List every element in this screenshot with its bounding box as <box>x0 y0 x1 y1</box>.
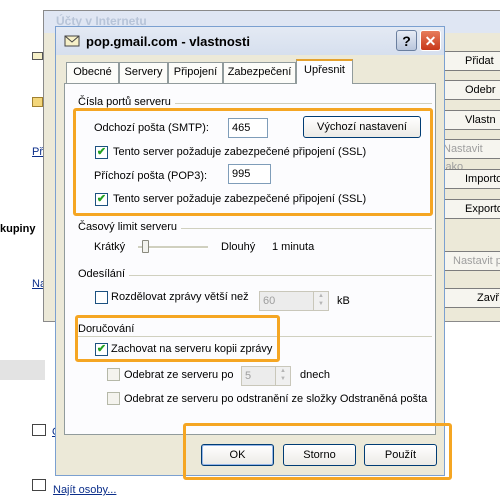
set-order-button[interactable]: Nastavit p <box>442 251 500 271</box>
sending-group-title: Odesílání <box>78 268 130 280</box>
remove-after-input[interactable]: 5 ▲ ▼ <box>241 366 291 386</box>
tab-general[interactable]: Obecné <box>66 62 119 83</box>
ports-highlight <box>73 108 433 216</box>
remove-after-spinner[interactable]: ▲ ▼ <box>275 367 290 385</box>
set-default-button[interactable]: Nastavit jako <box>442 139 500 173</box>
help-button[interactable]: ? <box>396 30 417 51</box>
timeout-value: 1 minuta <box>272 241 315 253</box>
account-icon <box>64 35 80 47</box>
split-size-input[interactable]: 60 ▲ ▼ <box>259 291 329 311</box>
close-window-button[interactable]: Zavř <box>442 288 500 308</box>
mail-icon <box>32 52 43 60</box>
buttons-highlight <box>183 423 452 480</box>
add-button[interactable]: Přidat <box>442 51 500 71</box>
split-size-unit: kB <box>337 295 350 307</box>
tab-advanced[interactable]: Upřesnit <box>296 59 353 84</box>
timeout-long-label: Dlouhý <box>221 241 256 253</box>
background-link-pr[interactable]: Př <box>32 146 43 158</box>
keep-copy-highlight <box>75 315 280 362</box>
book-icon <box>32 424 46 436</box>
find-people-icon <box>32 479 46 491</box>
background-band <box>0 360 45 380</box>
tab-servers[interactable]: Servery <box>119 62 168 83</box>
remove-after-unit: dnech <box>300 369 330 381</box>
remove-after-value: 5 <box>245 370 252 382</box>
export-button[interactable]: Exporto <box>442 199 500 219</box>
folder-icon <box>32 97 43 107</box>
split-messages-checkbox[interactable] <box>95 291 108 304</box>
ports-group-title: Čísla portů serveru <box>78 96 175 108</box>
split-messages-label: Rozdělovat zprávy větší než <box>111 291 249 303</box>
dialog-title: pop.gmail.com - vlastnosti <box>86 34 250 49</box>
find-people-link[interactable]: Najít osoby... <box>53 484 116 496</box>
tab-security[interactable]: Zabezpečení <box>223 62 296 83</box>
sending-group-line <box>78 275 432 276</box>
background-groups-heading: kupiny <box>0 223 36 235</box>
timeout-short-label: Krátký <box>94 241 126 253</box>
remove-deleted-checkbox[interactable] <box>107 392 120 405</box>
split-size-value: 60 <box>263 295 276 307</box>
properties-button[interactable]: Vlastn <box>442 110 500 130</box>
dialog-title-bar: pop.gmail.com - vlastnosti ? ✕ <box>56 27 444 55</box>
close-button[interactable]: ✕ <box>420 30 441 51</box>
timeout-group-title: Časový limit serveru <box>78 221 182 233</box>
split-size-spinner[interactable]: ▲ ▼ <box>313 292 328 310</box>
properties-dialog: pop.gmail.com - vlastnosti ? ✕ Obecné Se… <box>55 26 445 476</box>
tab-connection[interactable]: Připojení <box>168 62 223 83</box>
background-panel: Př kupiny Na O <box>0 0 61 500</box>
remove-after-checkbox[interactable] <box>107 368 120 381</box>
remove-after-label: Odebrat ze serveru po <box>124 369 234 381</box>
import-button[interactable]: Importo <box>442 169 500 189</box>
remove-deleted-label: Odebrat ze serveru po odstranění ze slož… <box>124 393 428 405</box>
remove-button[interactable]: Odebr <box>442 80 500 100</box>
timeout-slider-thumb[interactable] <box>142 240 149 253</box>
